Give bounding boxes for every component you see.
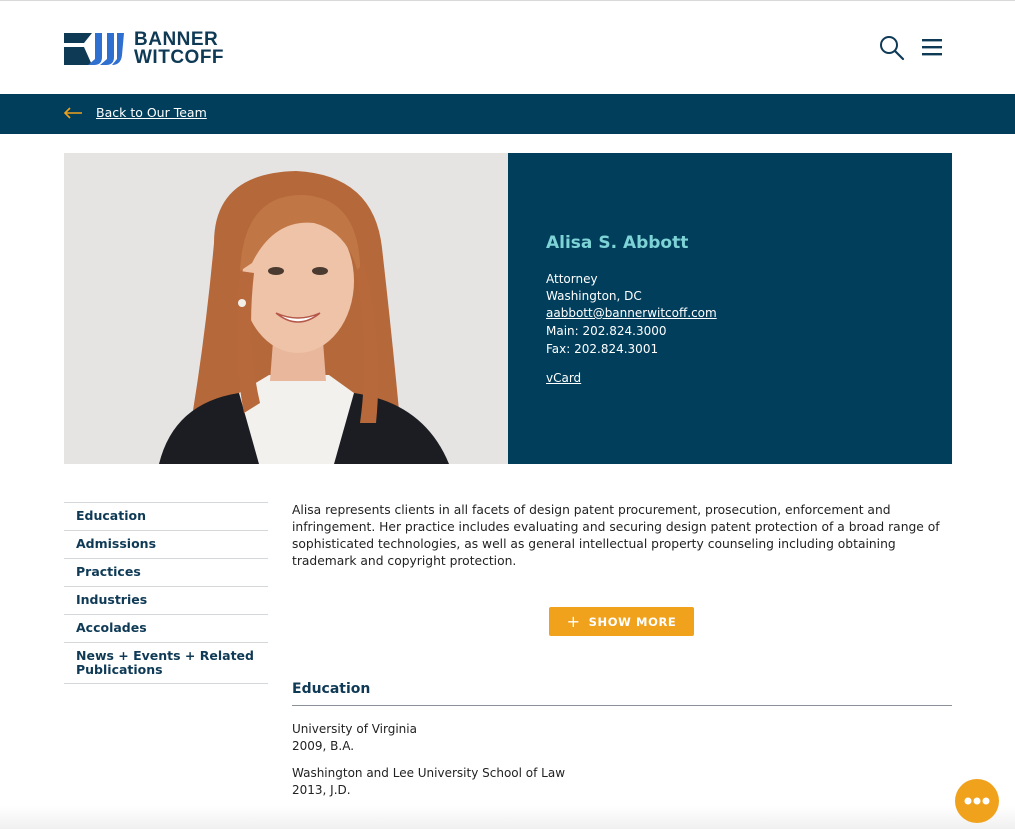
show-more-button[interactable]: + SHOW MORE bbox=[549, 607, 694, 636]
education-heading: Education bbox=[292, 681, 371, 697]
sidenav-item-accolades[interactable]: Accolades bbox=[64, 614, 268, 642]
search-button[interactable] bbox=[878, 34, 906, 62]
back-navigation-bar: Back to Our Team bbox=[0, 94, 1015, 134]
sidenav-item-news-events[interactable]: News + Events + Related Publications bbox=[64, 642, 268, 684]
plus-icon: + bbox=[566, 612, 581, 631]
attorney-location: Washington, DC bbox=[546, 289, 642, 303]
education-degree: 2009, B.A. bbox=[292, 739, 355, 753]
bottom-fade bbox=[0, 806, 1015, 829]
logo-mark-icon bbox=[64, 33, 124, 65]
sidenav-item-admissions[interactable]: Admissions bbox=[64, 530, 268, 558]
portrait-illustration bbox=[64, 153, 508, 464]
attorney-name: Alisa S. Abbott bbox=[546, 233, 689, 253]
attorney-bio: Alisa represents clients in all facets o… bbox=[292, 503, 940, 568]
main-phone: Main: 202.824.3000 bbox=[546, 324, 667, 338]
fax-number: Fax: 202.824.3001 bbox=[546, 342, 659, 356]
education-entry: Washington and Lee University School of … bbox=[292, 765, 565, 799]
profile-hero: Alisa S. Abbott Attorney Washington, DC … bbox=[64, 153, 952, 464]
sidenav-item-industries[interactable]: Industries bbox=[64, 586, 268, 614]
attorney-portrait bbox=[64, 153, 508, 464]
education-school: University of Virginia bbox=[292, 722, 417, 736]
attorney-title: Attorney bbox=[546, 272, 598, 286]
sidenav-item-practices[interactable]: Practices bbox=[64, 558, 268, 586]
show-more-label: SHOW MORE bbox=[588, 614, 677, 629]
education-school: Washington and Lee University School of … bbox=[292, 766, 566, 780]
site-header: BANNER WITCOFF bbox=[0, 0, 1015, 94]
logo-line-2: WITCOFF bbox=[134, 47, 225, 68]
hamburger-menu-icon bbox=[922, 39, 942, 56]
email-link[interactable]: aabbott@bannerwitcoff.com bbox=[546, 306, 717, 320]
education-divider bbox=[292, 705, 952, 706]
section-sidenav: Education Admissions Practices Industrie… bbox=[64, 502, 268, 684]
logo-wordmark: BANNER WITCOFF bbox=[134, 30, 225, 68]
banner-witcoff-logo[interactable]: BANNER WITCOFF bbox=[64, 30, 225, 68]
back-to-team-link[interactable]: Back to Our Team bbox=[96, 105, 207, 120]
dots-icon bbox=[964, 797, 990, 805]
sidenav-item-education[interactable]: Education bbox=[64, 502, 268, 530]
contact-details: Attorney Washington, DC aabbott@bannerwi… bbox=[546, 271, 717, 358]
education-entry: University of Virginia 2009, B.A. bbox=[292, 721, 417, 755]
arrow-left-icon[interactable] bbox=[63, 106, 83, 120]
profile-info-panel: Alisa S. Abbott Attorney Washington, DC … bbox=[508, 153, 952, 464]
search-icon bbox=[880, 36, 905, 61]
education-degree: 2013, J.D. bbox=[292, 783, 351, 797]
menu-button[interactable] bbox=[920, 37, 944, 59]
vcard-link[interactable]: vCard bbox=[546, 371, 581, 385]
chat-fab-button[interactable] bbox=[955, 779, 999, 823]
